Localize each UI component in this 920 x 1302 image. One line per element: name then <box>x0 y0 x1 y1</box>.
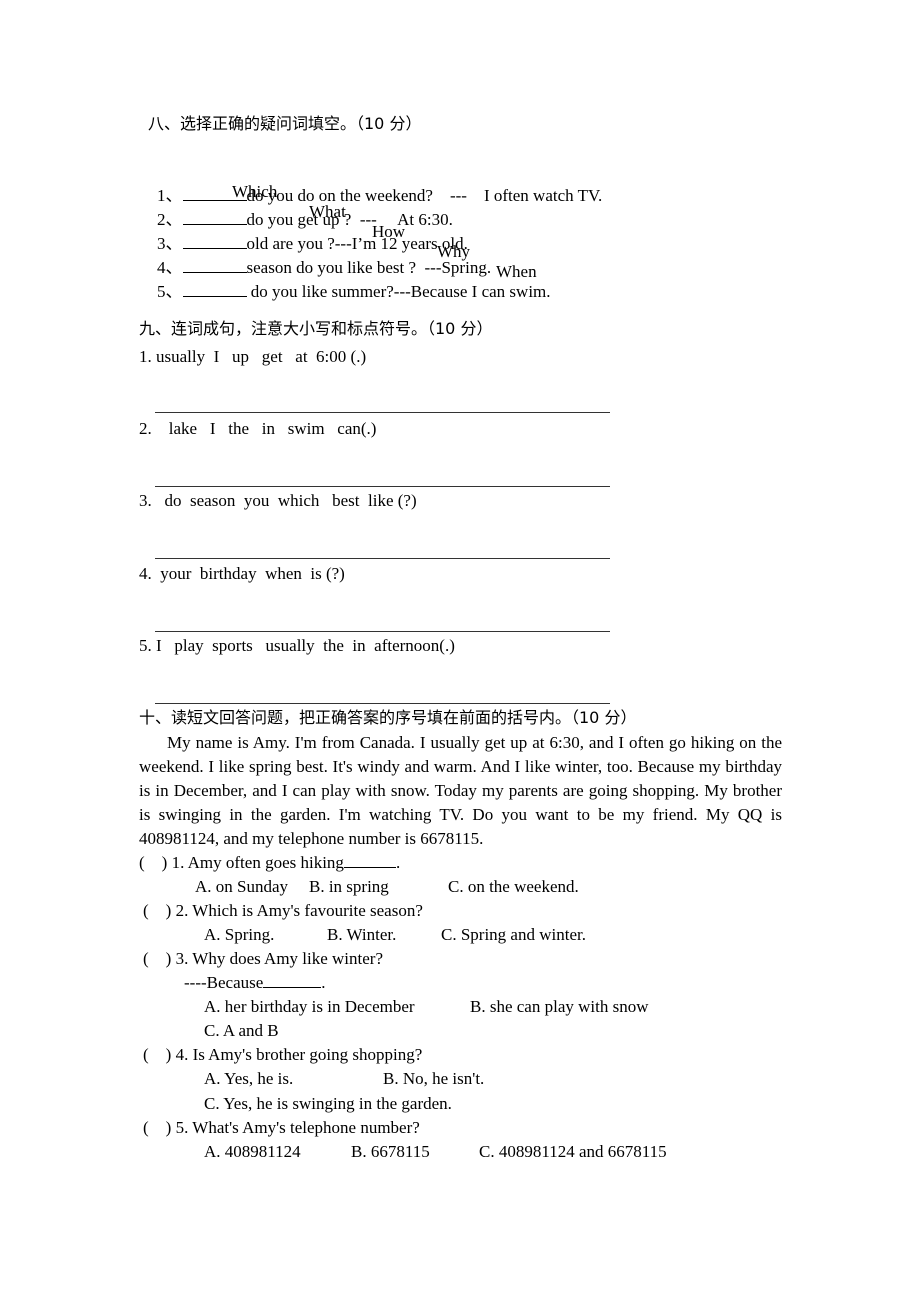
option-5c: C. 408981124 and 6678115 <box>479 1142 667 1161</box>
question-number: 5、 <box>157 282 183 301</box>
option-5a: A. 408981124 <box>204 1142 301 1161</box>
question-text: do you like summer?---Because I can swim… <box>246 282 551 301</box>
fill-blank[interactable] <box>182 234 247 249</box>
question-text: 5. What's Amy's telephone number? <box>175 1118 420 1137</box>
reading-passage: My name is Amy. I'm from Canada. I usual… <box>139 731 782 851</box>
option-4b: B. No, he isn't. <box>383 1069 485 1088</box>
option-4c: C. Yes, he is swinging in the garden. <box>204 1094 452 1113</box>
fill-blank[interactable] <box>182 186 247 201</box>
word-bank-item: When <box>496 262 537 281</box>
answer-bracket[interactable]: ( ) <box>143 949 171 968</box>
question-text: do you get up ? --- At 6:30. <box>246 210 453 229</box>
question-number: 3、 <box>157 234 183 253</box>
option-3a: A. her birthday is in December <box>204 997 415 1016</box>
question-text: old are you ?---I’m 12 years old. <box>246 234 468 253</box>
question-text: 4. Is Amy's brother going shopping? <box>175 1045 423 1064</box>
option-1a: A. on Sunday <box>195 877 289 896</box>
question-text: season do you like best ? ---Spring. <box>246 258 492 277</box>
passage-text: My name is Amy. I'm from Canada. I usual… <box>139 733 782 848</box>
option-3c: C. A and B <box>204 1021 279 1040</box>
answer-bracket[interactable]: ( ) <box>143 901 171 920</box>
reading-question-3-sub: ----Because. <box>184 973 326 993</box>
answer-line-2[interactable] <box>155 486 610 487</box>
question-text: 3. Why does Amy like winter? <box>175 949 384 968</box>
reading-question-1: ( ) 1. Amy often goes hiking. <box>139 853 400 873</box>
sub-prompt: ----Because <box>184 973 264 992</box>
option-3b: B. she can play with snow <box>470 997 649 1016</box>
answer-bracket[interactable]: ( ) <box>139 853 167 872</box>
question-8-5: 5、 do you like summer?---Because I can s… <box>157 282 551 302</box>
question-number: 1、 <box>157 186 183 205</box>
question-text: 1. Amy often goes hiking <box>171 853 344 872</box>
fill-blank[interactable] <box>182 282 247 297</box>
section-8-title: 八、选择正确的疑问词填空。（10 分） <box>148 114 422 133</box>
question-8-3: 3、 old are you ?---I’m 12 years old. <box>157 234 468 254</box>
question-8-1: 1、 do you do on the weekend? --- I often … <box>157 186 602 206</box>
scrambled-sentence-4: 4. your birthday when is (?) <box>139 564 345 583</box>
reading-question-3: ( ) 3. Why does Amy like winter? <box>143 949 383 969</box>
question-8-2: 2、 do you get up ? --- At 6:30. <box>157 210 453 230</box>
scrambled-sentence-5: 5. I play sports usually the in afternoo… <box>139 636 455 655</box>
option-2b: B. Winter. <box>327 925 397 944</box>
answer-bracket[interactable]: ( ) <box>143 1118 171 1137</box>
reading-question-5: ( ) 5. What's Amy's telephone number? <box>143 1118 420 1138</box>
reading-question-4: ( ) 4. Is Amy's brother going shopping? <box>143 1045 422 1065</box>
answer-line-1[interactable] <box>155 412 610 413</box>
fill-blank[interactable] <box>182 258 247 273</box>
answer-bracket[interactable]: ( ) <box>143 1045 171 1064</box>
option-2a: A. Spring. <box>204 925 275 944</box>
option-2c: C. Spring and winter. <box>441 925 586 944</box>
answer-line-5[interactable] <box>155 703 610 704</box>
reading-question-2: ( ) 2. Which is Amy's favourite season? <box>143 901 423 921</box>
fill-blank <box>263 973 322 988</box>
question-text: 2. Which is Amy's favourite season? <box>175 901 423 920</box>
option-1c: C. on the weekend. <box>448 877 579 896</box>
punctuation: . <box>395 853 401 872</box>
answer-line-4[interactable] <box>155 631 610 632</box>
fill-blank[interactable] <box>182 210 247 225</box>
fill-blank <box>343 853 396 868</box>
option-5b: B. 6678115 <box>351 1142 430 1161</box>
punctuation: . <box>321 973 326 992</box>
section-10-title: 十、读短文回答问题，把正确答案的序号填在前面的括号内。（10 分） <box>139 708 637 727</box>
question-number: 4、 <box>157 258 183 277</box>
option-1b: B. in spring <box>309 877 389 896</box>
question-text: do you do on the weekend? --- I often wa… <box>246 186 603 205</box>
answer-line-3[interactable] <box>155 558 610 559</box>
question-8-4: 4、 season do you like best ? ---Spring. <box>157 258 491 278</box>
scrambled-sentence-1: 1. usually I up get at 6:00 (.) <box>139 347 367 366</box>
scrambled-sentence-2: 2. lake I the in swim can(.) <box>139 419 377 438</box>
section-9-title: 九、连词成句，注意大小写和标点符号。（10 分） <box>139 319 493 338</box>
scrambled-sentence-3: 3. do season you which best like (?) <box>139 491 417 510</box>
question-number: 2、 <box>157 210 183 229</box>
option-4a: A. Yes, he is. <box>204 1069 294 1088</box>
